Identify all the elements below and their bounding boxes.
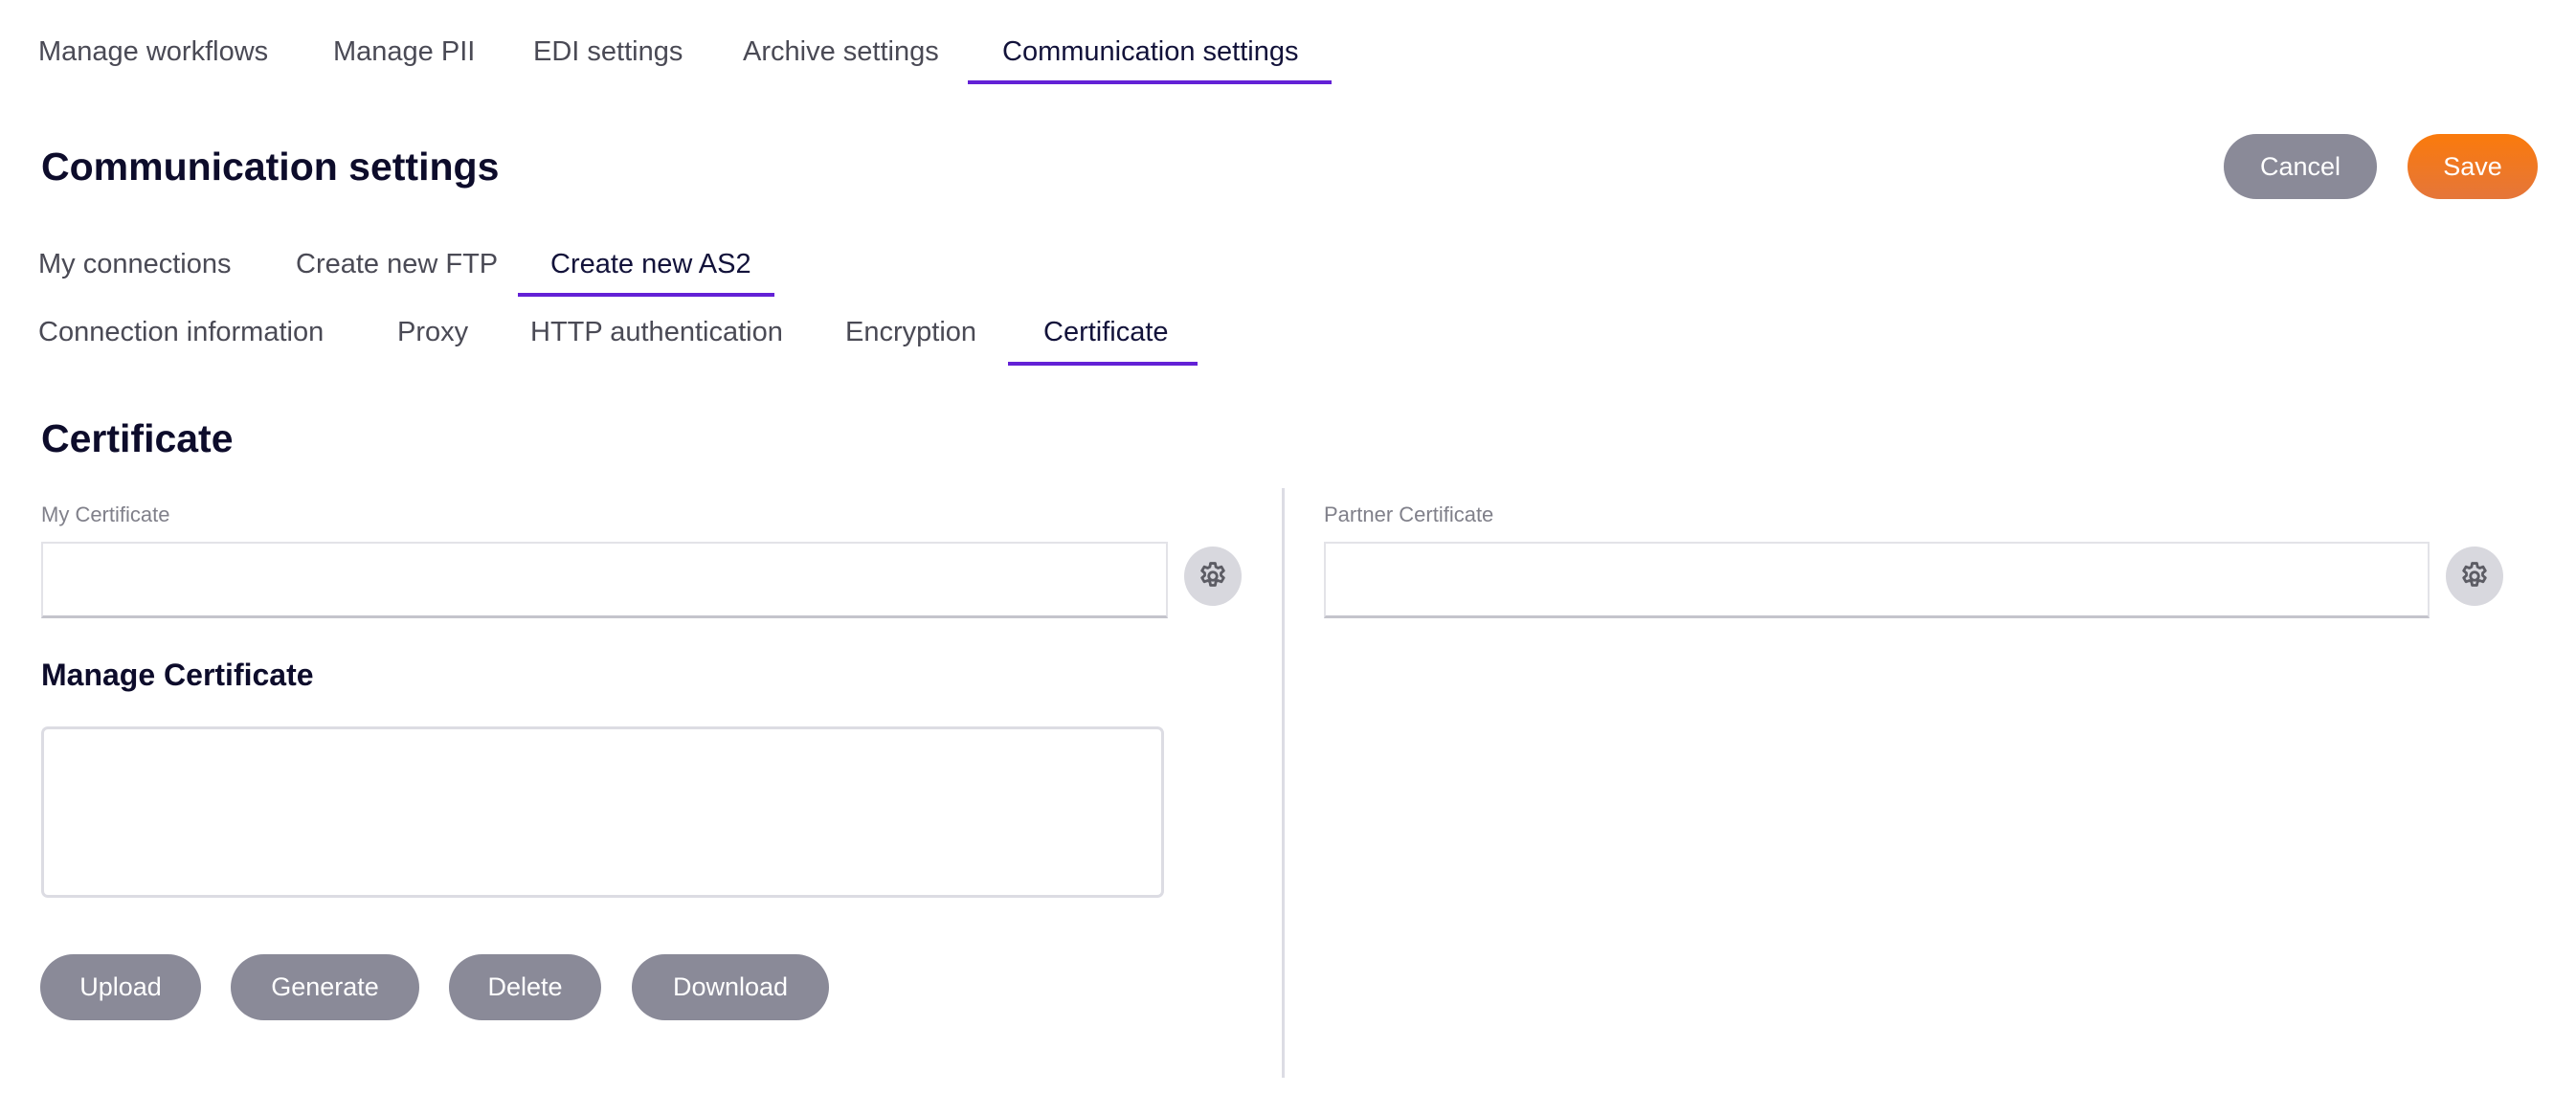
- tab-proxy[interactable]: Proxy: [397, 319, 468, 346]
- partner-certificate-settings-button[interactable]: [2446, 547, 2503, 606]
- partner-certificate-field[interactable]: [1324, 542, 2430, 618]
- tab-create-new-ftp[interactable]: Create new FTP: [296, 251, 498, 279]
- delete-button[interactable]: Delete: [449, 954, 601, 1020]
- tab-communication-settings[interactable]: Communication settings: [1002, 38, 1298, 66]
- tab-manage-workflows[interactable]: Manage workflows: [38, 38, 268, 66]
- certificate-textarea[interactable]: [41, 726, 1164, 898]
- page-title: Communication settings: [41, 145, 500, 189]
- save-button[interactable]: Save: [2408, 134, 2538, 199]
- tab-create-new-as2[interactable]: Create new AS2: [550, 251, 751, 279]
- tab-encryption[interactable]: Encryption: [845, 319, 976, 346]
- tab-archive-settings[interactable]: Archive settings: [743, 38, 939, 66]
- my-certificate-label: My Certificate: [41, 502, 170, 526]
- gear-icon: [1200, 562, 1225, 587]
- download-button[interactable]: Download: [632, 954, 829, 1020]
- certificate-section-title: Certificate: [41, 416, 234, 460]
- my-certificate-field[interactable]: [41, 542, 1168, 618]
- tab-connection-information[interactable]: Connection information: [38, 319, 324, 346]
- tab-certificate[interactable]: Certificate: [1043, 319, 1169, 346]
- active-tab-indicator: [968, 80, 1332, 84]
- manage-certificate-title: Manage Certificate: [41, 658, 314, 692]
- tab-manage-pii[interactable]: Manage PII: [333, 38, 475, 66]
- partner-certificate-label: Partner Certificate: [1324, 502, 1494, 526]
- active-connection-tab-indicator: [518, 293, 774, 297]
- tab-http-authentication[interactable]: HTTP authentication: [530, 319, 783, 346]
- cancel-button[interactable]: Cancel: [2224, 134, 2377, 199]
- gear-icon: [2462, 562, 2487, 587]
- upload-button[interactable]: Upload: [40, 954, 201, 1020]
- my-certificate-settings-button[interactable]: [1184, 547, 1242, 606]
- tab-my-connections[interactable]: My connections: [38, 251, 232, 279]
- active-as2-tab-indicator: [1008, 362, 1198, 366]
- tab-edi-settings[interactable]: EDI settings: [533, 38, 683, 66]
- column-divider: [1282, 488, 1285, 1078]
- generate-button[interactable]: Generate: [231, 954, 419, 1020]
